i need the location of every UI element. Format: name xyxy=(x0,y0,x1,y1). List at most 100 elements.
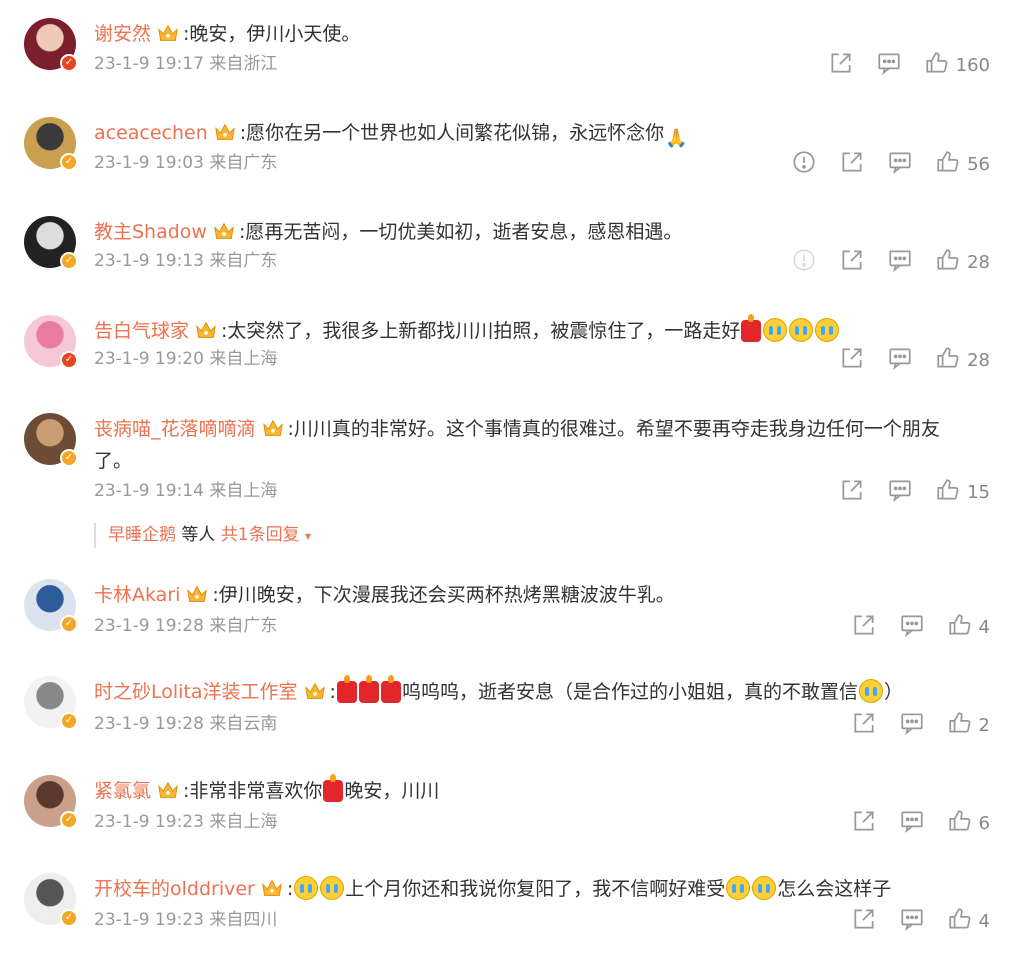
like-button[interactable]: 4 xyxy=(947,906,990,937)
report-button[interactable] xyxy=(791,247,817,278)
share-button[interactable] xyxy=(839,477,865,508)
user-name[interactable]: 时之砂Lolita洋装工作室 xyxy=(94,681,298,703)
crying-emoji-icon xyxy=(789,318,814,342)
reply-more-label[interactable]: 共1条回复 xyxy=(221,525,300,545)
like-count: 6 xyxy=(978,813,990,834)
comment-button[interactable] xyxy=(899,612,925,643)
comment-meta: 23-1-9 19:28 来自云南 xyxy=(94,714,278,734)
reply-suffix: 等人 xyxy=(176,525,216,545)
comment-item: ✓ 紧氯氯:非常非常喜欢你 晚安，川川 23-1-9 19:23 来自上海 6 xyxy=(0,771,1024,861)
avatar[interactable]: ✓ xyxy=(24,775,78,829)
comment-content: aceacechen:愿你在另一个世界也如人间繁花似锦，永远怀念你🙏 xyxy=(94,117,1004,149)
comment-text: :愿再无苦闷，一切优美如初，逝者安息，感恩相遇。 xyxy=(238,221,683,243)
thumbs-up-icon xyxy=(947,710,973,741)
share-button[interactable] xyxy=(851,710,877,741)
verified-badge-icon: ✓ xyxy=(60,54,78,72)
avatar[interactable]: ✓ xyxy=(24,117,78,171)
vip-crown-icon xyxy=(304,679,326,699)
chevron-down-icon: ▾ xyxy=(305,529,312,543)
thumbs-up-icon xyxy=(935,477,961,508)
share-button[interactable] xyxy=(851,906,877,937)
avatar[interactable]: ✓ xyxy=(24,18,78,72)
user-name[interactable]: 教主Shadow xyxy=(94,221,207,243)
share-icon xyxy=(851,710,877,741)
avatar[interactable]: ✓ xyxy=(24,413,78,467)
vip-crown-icon xyxy=(195,318,217,338)
comment-button[interactable] xyxy=(899,710,925,741)
comment-item: ✓ 教主Shadow:愿再无苦闷，一切优美如初，逝者安息，感恩相遇。 23-1-9 … xyxy=(0,212,1024,302)
like-button[interactable]: 2 xyxy=(947,710,990,741)
comment-text: : xyxy=(329,681,336,703)
like-count: 56 xyxy=(967,154,990,175)
share-button[interactable] xyxy=(839,345,865,376)
like-button[interactable]: 15 xyxy=(935,477,990,508)
comment-text: :非常非常喜欢你 xyxy=(183,780,323,802)
user-name[interactable]: 谢安然 xyxy=(94,23,151,45)
comment-button[interactable] xyxy=(887,247,913,278)
vip-crown-icon xyxy=(213,219,235,239)
comment-meta: 23-1-9 19:28 来自广东 xyxy=(94,616,278,636)
share-icon xyxy=(839,345,865,376)
avatar[interactable]: ✓ xyxy=(24,216,78,270)
report-button[interactable] xyxy=(791,149,817,180)
crying-emoji-icon xyxy=(763,318,788,342)
comment-button[interactable] xyxy=(887,477,913,508)
avatar[interactable]: ✓ xyxy=(24,676,78,730)
user-name[interactable]: 卡林Akari xyxy=(94,584,180,606)
comment-text: :晚安，伊川小天使。 xyxy=(183,23,361,45)
share-button[interactable] xyxy=(839,247,865,278)
comment-text: 怎么会这样子 xyxy=(777,878,892,900)
like-button[interactable]: 28 xyxy=(935,345,990,376)
user-name[interactable]: aceacechen xyxy=(94,122,208,144)
like-count: 28 xyxy=(967,350,990,371)
comment-button[interactable] xyxy=(887,149,913,180)
avatar[interactable]: ✓ xyxy=(24,579,78,633)
user-name[interactable]: 丧病喵_花落嘀嘀滴 xyxy=(94,418,256,440)
verified-badge-icon: ✓ xyxy=(60,712,78,730)
share-button[interactable] xyxy=(851,808,877,839)
like-count: 28 xyxy=(967,252,990,273)
thumbs-up-icon xyxy=(935,149,961,180)
comment-button[interactable] xyxy=(876,50,902,81)
vip-crown-icon xyxy=(157,778,179,798)
user-name[interactable]: 开校车的olddriver xyxy=(94,878,255,900)
share-button[interactable] xyxy=(851,612,877,643)
verified-badge-icon: ✓ xyxy=(60,252,78,270)
like-button[interactable]: 28 xyxy=(935,247,990,278)
reply-more-link[interactable]: 共1条回复 ▾ xyxy=(221,525,311,545)
avatar[interactable]: ✓ xyxy=(24,873,78,927)
comment-button[interactable] xyxy=(899,906,925,937)
comment-content: 开校车的olddriver: 上个月你还和我说你复阳了，我不信啊好难受 怎么会这样子 xyxy=(94,873,1004,905)
verified-badge-icon: ✓ xyxy=(60,449,78,467)
comment-item: ✓ aceacechen:愿你在另一个世界也如人间繁花似锦，永远怀念你🙏 23-1-… xyxy=(0,113,1024,203)
comment-item: ✓ 谢安然:晚安，伊川小天使。 23-1-9 19:17 来自浙江 160 xyxy=(0,14,1024,104)
user-name[interactable]: 告白气球家 xyxy=(94,320,189,342)
comment-content: 时之砂Lolita洋装工作室: 呜呜呜，逝者安息（是合作过的小姐姐，真的不敢置信 ） xyxy=(94,675,1004,708)
share-icon xyxy=(828,50,854,81)
share-button[interactable] xyxy=(828,50,854,81)
like-button[interactable]: 4 xyxy=(947,612,990,643)
comment-icon xyxy=(887,477,913,508)
avatar[interactable]: ✓ xyxy=(24,315,78,369)
share-button[interactable] xyxy=(839,149,865,180)
comment-actions: 160 xyxy=(828,50,990,81)
comment-meta: 23-1-9 19:23 来自上海 xyxy=(94,812,278,832)
like-button[interactable]: 6 xyxy=(947,808,990,839)
comment-item: ✓ 丧病喵_花落嘀嘀滴:川川真的非常好。这个事情真的很难过。希望不要再夺走我身边任… xyxy=(0,409,1024,503)
like-button[interactable]: 56 xyxy=(935,149,990,180)
like-button[interactable]: 160 xyxy=(924,50,990,81)
user-name[interactable]: 紧氯氯 xyxy=(94,780,151,802)
comment-item: ✓ 告白气球家:太突然了，我很多上新都找川川拍照，被震惊住了，一路走好 23-1-9… xyxy=(0,311,1024,401)
reply-user-name[interactable]: 早睡企鹅 xyxy=(108,525,176,545)
comment-button[interactable] xyxy=(899,808,925,839)
reply-summary[interactable]: 早睡企鹅 等人 共1条回复 ▾ xyxy=(94,523,311,548)
comment-actions: 2 xyxy=(851,710,990,741)
thumbs-up-icon xyxy=(935,247,961,278)
comment-actions: 28 xyxy=(839,345,990,376)
share-icon xyxy=(839,477,865,508)
share-icon xyxy=(851,612,877,643)
comment-button[interactable] xyxy=(887,345,913,376)
comment-icon xyxy=(887,247,913,278)
like-count: 160 xyxy=(955,55,990,76)
verified-badge-icon: ✓ xyxy=(60,615,78,633)
